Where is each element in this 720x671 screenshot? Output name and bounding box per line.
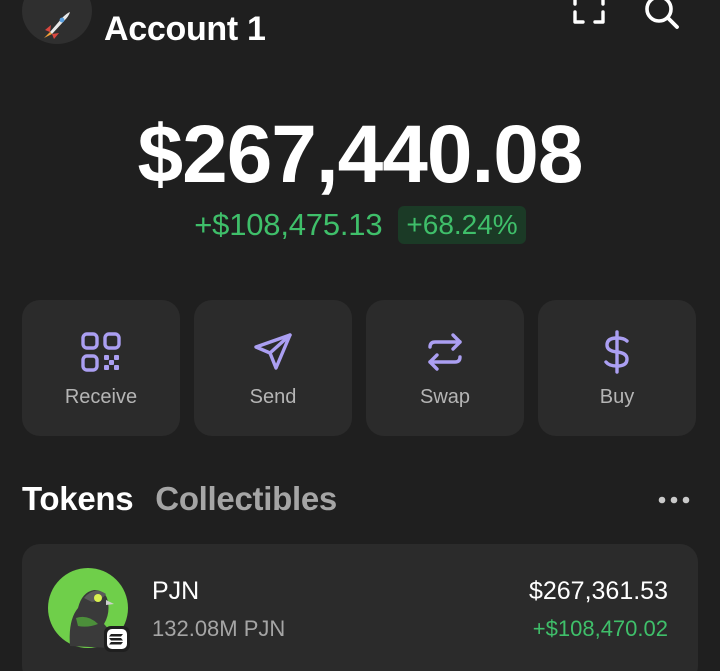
rocket-icon xyxy=(44,12,70,39)
send-label: Send xyxy=(249,386,297,408)
tab-collectibles[interactable]: Collectibles xyxy=(155,480,337,518)
token-value: $267,361.53 xyxy=(528,577,668,605)
total-balance: $267,440.08 xyxy=(137,109,583,200)
token-symbol: PJN xyxy=(152,577,200,605)
send-button[interactable]: Send xyxy=(194,300,352,436)
swap-icon xyxy=(428,333,462,371)
swap-button[interactable]: Swap xyxy=(366,300,524,436)
token-row[interactable]: PJN 132.08M PJN $267,361.53 +$108,470.02 xyxy=(22,544,698,671)
qr-code-icon xyxy=(81,332,121,372)
buy-label: Buy xyxy=(599,386,635,408)
receive-label: Receive xyxy=(64,386,138,408)
token-amount: 132.08M PJN xyxy=(152,616,286,641)
balance-change-row: +$108,475.13 +68.24% xyxy=(0,206,720,244)
account-avatar[interactable] xyxy=(22,0,92,44)
receive-button[interactable]: Receive xyxy=(22,300,180,436)
pigeon-token-icon xyxy=(48,568,130,652)
tab-tokens[interactable]: Tokens xyxy=(22,480,134,518)
token-change: +$108,470.02 xyxy=(532,616,668,641)
search-icon[interactable] xyxy=(642,0,682,30)
solana-icon xyxy=(107,629,127,649)
scan-icon[interactable] xyxy=(572,0,606,26)
dollar-icon xyxy=(604,330,629,374)
action-buttons: Receive Send Swap Buy xyxy=(22,300,698,436)
more-icon[interactable] xyxy=(656,494,692,506)
send-icon xyxy=(254,333,292,370)
buy-button[interactable]: Buy xyxy=(538,300,696,436)
swap-label: Swap xyxy=(419,386,471,408)
balance-change-percent-badge: +68.24% xyxy=(398,206,526,244)
wallet-screen: Account 1 $267,440.08 +$108,475.13 +68.2… xyxy=(0,0,720,671)
asset-tabs: Tokens Collectibles xyxy=(22,480,337,518)
balance-change-amount: +$108,475.13 xyxy=(194,207,383,242)
account-name[interactable]: Account 1 xyxy=(104,10,266,49)
